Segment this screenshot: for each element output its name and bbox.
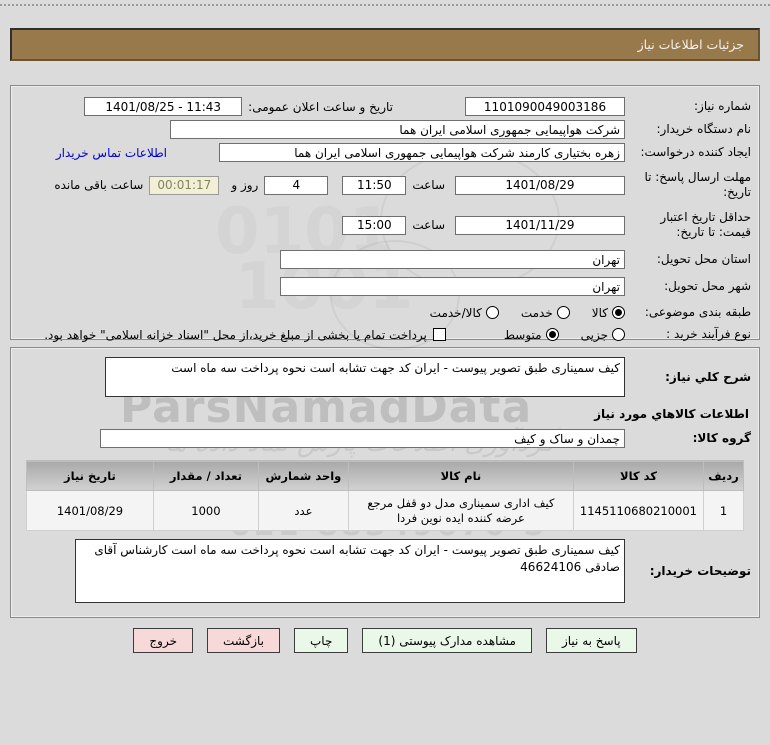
countdown-timer: 00:01:17: [149, 175, 220, 195]
radio-option-label: کالا/خدمت: [429, 305, 482, 320]
page-title-bar: جزئیات اطلاعات نیاز: [10, 28, 760, 61]
treasury-checkbox-option[interactable]: پرداخت تمام یا بخشی از مبلغ خرید،از محل …: [44, 328, 446, 342]
col-unit: واحد شمارش: [257, 460, 349, 491]
goods-group-label: گروه کالا:: [692, 431, 751, 445]
description-field[interactable]: کیف سمیناری طبق تصویر پیوست - ایران کد ج…: [105, 357, 625, 397]
need-number-field[interactable]: 1101090049003186: [465, 97, 625, 116]
col-index: ردیف: [703, 460, 744, 491]
classification-row: طبقه بندی موضوعی: کالا خدمت کالا/خدمت: [19, 305, 751, 320]
process-type-label: نوع فرآیند خرید :: [666, 327, 751, 341]
deadline-hour-label: ساعت: [412, 178, 445, 192]
respond-button[interactable]: پاسخ به نیاز: [545, 628, 637, 653]
buyer-org-field[interactable]: شرکت هواپیمایی جمهوری اسلامی ایران هما: [170, 120, 625, 139]
radio-option-label: جزیی: [580, 327, 608, 342]
radio-unselected-icon: [485, 306, 499, 319]
radio-option-label: متوسط: [503, 327, 542, 342]
cell-code: 1145110680210001: [572, 490, 705, 531]
treasury-checkbox-label: پرداخت تمام یا بخشی از مبلغ خرید،از محل …: [44, 327, 427, 342]
response-deadline-row: مهلت ارسال پاسخ: تا تاریخ: 1401/08/29 سا…: [19, 170, 751, 200]
radio-unselected-icon: [612, 328, 625, 341]
top-dotted-divider: [0, 4, 770, 6]
col-qty: تعداد / مقدار: [152, 460, 259, 491]
deadline-label: مهلت ارسال پاسخ: تا تاریخ:: [644, 170, 751, 199]
radio-option-medium[interactable]: متوسط: [504, 328, 559, 342]
announce-datetime-label: تاریخ و ساعت اعلان عمومی:: [248, 99, 393, 114]
action-buttons-row: پاسخ به نیاز مشاهده مدارک پیوستی (1) چاپ…: [0, 628, 770, 653]
announce-datetime-field[interactable]: 1401/08/25 - 11:43: [84, 97, 243, 116]
days-label: روز و: [231, 178, 259, 192]
checkbox-unchecked-icon: [432, 328, 446, 341]
deadline-date-field[interactable]: 1401/08/29: [455, 175, 625, 195]
goods-table: ردیف کد کالا نام کالا واحد شمارش تعداد /…: [26, 460, 744, 531]
col-code: کد کالا: [572, 460, 705, 491]
radio-option-label: کالا: [591, 305, 608, 320]
city-label: شهر محل تحویل:: [664, 279, 751, 293]
cell-index: 1: [703, 490, 744, 531]
cell-name: کیف اداری سمیناری مدل دو قفل مرجع عرضه ک…: [347, 490, 574, 531]
classification-label: طبقه بندی موضوعی:: [644, 305, 751, 319]
radio-unselected-icon: [556, 306, 570, 319]
cell-need-date: 1401/08/29: [26, 490, 154, 531]
radio-selected-icon: [612, 306, 625, 319]
countdown-label: ساعت باقی مانده: [54, 178, 144, 192]
description-label: شرح کلي نياز:: [665, 369, 751, 384]
buyer-org-row: نام دستگاه خریدار: شرکت هواپیمایی جمهوری…: [19, 120, 751, 139]
view-attachments-button[interactable]: مشاهده مدارک پیوستی (1): [362, 628, 532, 653]
radio-option-goods[interactable]: کالا: [592, 306, 625, 320]
radio-selected-icon: [545, 328, 559, 341]
city-field[interactable]: تهران: [280, 277, 625, 296]
table-row: 1 1145110680210001 کیف اداری سمیناری مدل…: [26, 490, 744, 531]
province-label: استان محل تحویل:: [656, 252, 751, 266]
buyer-notes-label: توضیحات خریدار:: [649, 563, 751, 578]
radio-option-goods-service[interactable]: کالا/خدمت: [430, 306, 499, 320]
price-validity-row: حداقل تاریخ اعتبار قیمت: تا تاریخ: 1401/…: [19, 210, 751, 240]
deadline-time-field[interactable]: 11:50: [342, 175, 407, 195]
goods-section-heading: اطلاعات کالاهاي مورد نياز: [594, 407, 749, 421]
creator-label: ایجاد کننده درخواست:: [640, 145, 751, 159]
buyer-notes-row: توضیحات خریدار: کیف سمیناری طبق تصویر پی…: [19, 539, 751, 603]
goods-table-header-row: ردیف کد کالا نام کالا واحد شمارش تعداد /…: [26, 460, 744, 491]
radio-option-service[interactable]: خدمت: [521, 306, 570, 320]
col-need-date: تاریخ نیاز: [26, 460, 154, 491]
goods-group-field[interactable]: چمدان و ساک و کیف: [100, 429, 625, 448]
creator-field[interactable]: زهره بختیاری کارمند شرکت هواپیمایی جمهور…: [219, 143, 625, 162]
buyer-notes-field[interactable]: کیف سمیناری طبق تصویر پیوست - ایران کد ج…: [75, 539, 625, 603]
province-field[interactable]: تهران: [280, 250, 625, 269]
need-details-page: { "title_bar": { "label": "جزئیات اطلاعا…: [0, 0, 770, 745]
creator-row: ایجاد کننده درخواست: زهره بختیاری کارمند…: [19, 143, 751, 162]
print-button[interactable]: چاپ: [294, 628, 349, 653]
need-info-panel: شماره نیاز: 1101090049003186 تاریخ و ساع…: [10, 85, 760, 342]
validity-date-field[interactable]: 1401/11/29: [455, 215, 625, 235]
back-button[interactable]: بازگشت: [207, 628, 280, 653]
validity-hour-label: ساعت: [412, 218, 445, 232]
province-row: استان محل تحویل: تهران: [19, 250, 751, 269]
radio-option-label: خدمت: [520, 305, 553, 320]
need-number-label: شماره نیاز:: [694, 99, 751, 113]
buyer-org-label: نام دستگاه خریدار:: [656, 122, 752, 136]
radio-option-partial[interactable]: جزیی: [581, 328, 625, 342]
buyer-contact-link[interactable]: اطلاعات تماس خریدار: [56, 146, 167, 160]
validity-time-field[interactable]: 15:00: [342, 215, 407, 235]
city-row: شهر محل تحویل: تهران: [19, 277, 751, 296]
need-number-row: شماره نیاز: 1101090049003186 تاریخ و ساع…: [19, 97, 751, 116]
goods-group-row: گروه کالا: چمدان و ساک و کیف: [19, 429, 751, 448]
description-row: شرح کلي نياز: کیف سمیناری طبق تصویر پیوس…: [19, 357, 751, 397]
goods-info-panel: شرح کلي نياز: کیف سمیناری طبق تصویر پیوس…: [10, 347, 760, 618]
cell-unit: عدد: [257, 490, 349, 531]
days-remaining-field[interactable]: 4: [264, 175, 329, 195]
validity-label: حداقل تاریخ اعتبار قیمت: تا تاریخ:: [660, 210, 751, 239]
process-type-row: نوع فرآیند خرید : جزیی متوسط پرداخت تمام…: [19, 327, 751, 342]
exit-button[interactable]: خروج: [133, 628, 193, 653]
page-title: جزئیات اطلاعات نیاز: [637, 37, 744, 52]
cell-qty: 1000: [152, 490, 259, 531]
col-name: نام کالا: [347, 460, 574, 491]
